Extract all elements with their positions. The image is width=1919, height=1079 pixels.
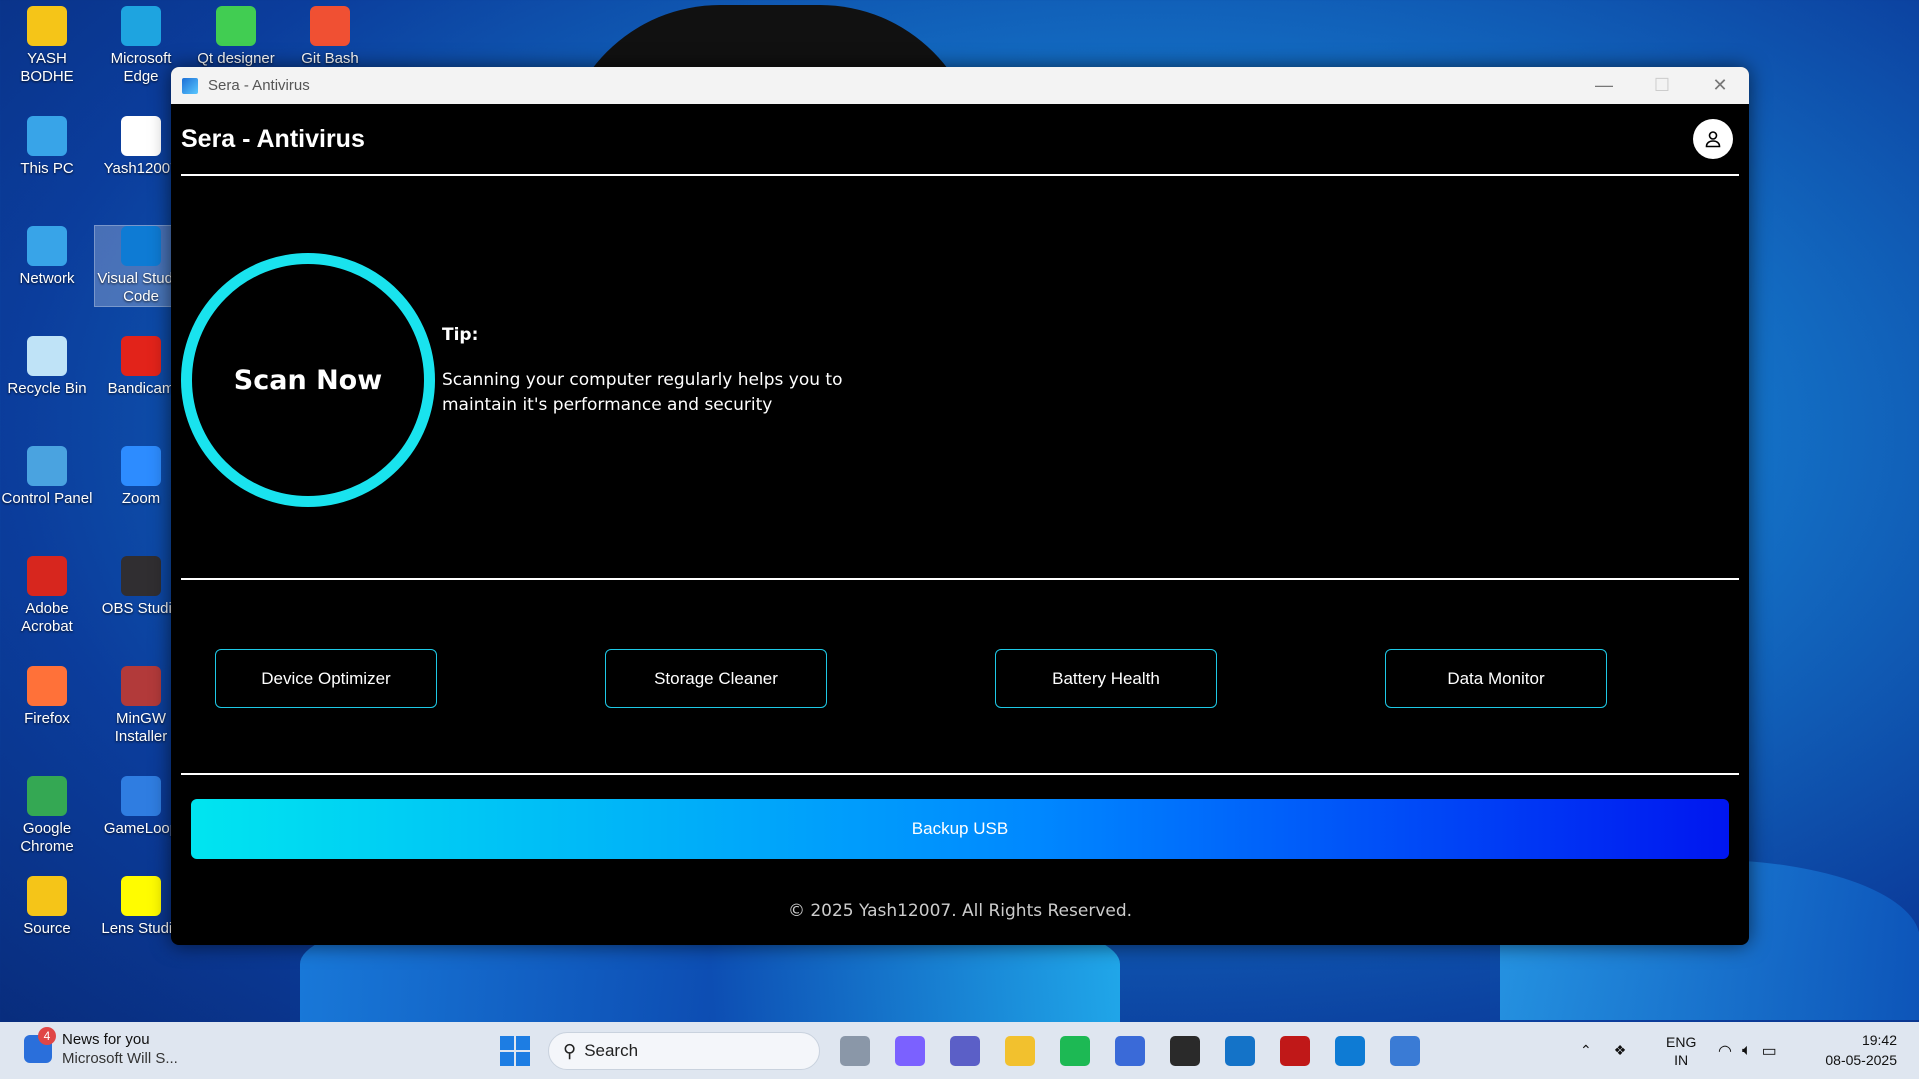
qt-designer-icon [216,6,256,46]
desktop-icon[interactable]: Recycle Bin [1,336,93,398]
desktop-icon-label: Control Panel [1,490,93,507]
desktop-icon-label: Git Bash [301,50,359,67]
divider [181,578,1739,580]
language-indicator[interactable]: ENG IN [1666,1022,1696,1079]
news-subtitle: Microsoft Will S... [62,1050,178,1067]
control-panel-icon [27,446,67,486]
maximize-button[interactable]: ☐ [1633,67,1691,104]
news-title: News for you [62,1031,150,1048]
battery-health-button[interactable]: Battery Health [995,649,1217,708]
zoom-icon [121,446,161,486]
close-button[interactable]: ✕ [1691,67,1749,104]
mingw-icon [121,666,161,706]
start-button[interactable] [500,1036,530,1066]
network-icon [27,226,67,266]
chrome-icon [27,776,67,816]
gameloop-icon [121,776,161,816]
desktop-icon[interactable]: Adobe Acrobat [1,556,93,636]
dropbox-icon[interactable]: ❖ [1614,1042,1627,1059]
desktop-icon[interactable]: Google Chrome [1,776,93,856]
time: 19:42 [1861,1032,1897,1048]
taskbar-search[interactable]: ⚲ Search [548,1032,820,1070]
device-optimizer-button[interactable]: Device Optimizer [215,649,437,708]
python-app-icon[interactable] [1390,1036,1420,1066]
window-title: Sera - Antivirus [208,77,310,94]
app-header: Sera - Antivirus [181,104,1739,176]
data-monitor-button[interactable]: Data Monitor [1385,649,1607,708]
taskbar: 4 News for you Microsoft Will S... ⚲ Sea… [0,1022,1919,1079]
wifi-icon: ◠ [1718,1042,1732,1060]
desktop-icon[interactable]: YASH BODHE [1,6,93,86]
news-badge: 4 [38,1027,56,1045]
desktop-icon-label: YASH BODHE [20,50,74,85]
footer-copyright: © 2025 Yash12007. All Rights Reserved. [787,901,1133,921]
desktop-icon[interactable]: Network [1,226,93,288]
news-widget[interactable]: 4 News for you Microsoft Will S... [24,1027,178,1068]
file-explorer-icon[interactable] [1005,1036,1035,1066]
acrobat-icon [27,556,67,596]
desktop-icon[interactable]: Firefox [1,666,93,728]
dell-icon[interactable] [1170,1036,1200,1066]
date: 08-05-2025 [1825,1052,1897,1068]
desktop-icon-label: Adobe Acrobat [21,600,73,635]
desktop-icon[interactable]: Control Panel [1,446,93,508]
tip-label: Tip: [442,325,479,345]
desktop-icon[interactable]: This PC [1,116,93,178]
monitor-icon [27,116,67,156]
app-window: Sera - Antivirus — ☐ ✕ Sera - Antivirus … [171,67,1749,945]
search-icon: ⚲ [563,1040,577,1061]
app-window-icon [182,77,198,94]
desktop-icon-label: Network [19,270,75,287]
status-icons[interactable]: ◠ 🔈︎ ▭ [1718,1022,1777,1079]
edge-icon [121,6,161,46]
spotify-icon[interactable] [1060,1036,1090,1066]
chevron-up-icon[interactable]: ⌃ [1580,1042,1592,1059]
lens-studio-icon [121,876,161,916]
copilot-icon[interactable] [895,1036,925,1066]
desktop-icon-label: Qt designer [197,50,275,67]
desktop-icon-label: This PC [20,160,74,177]
user-icon [1705,131,1721,148]
news-icon: 4 [24,1027,56,1063]
bandicam-icon [121,336,161,376]
obs-icon [121,556,161,596]
window-titlebar[interactable]: Sera - Antivirus — ☐ ✕ [171,67,1749,104]
profile-button[interactable] [1693,119,1733,159]
volume-icon: 🔈︎ [1741,1041,1752,1059]
storage-cleaner-button[interactable]: Storage Cleaner [605,649,827,708]
desktop-icon-label: Source [23,920,71,937]
scan-now-button[interactable]: Scan Now [181,253,435,507]
windows-logo-icon [500,1036,514,1050]
clock[interactable]: 19:42 08-05-2025 [1825,1030,1897,1070]
folder-icon [27,6,67,46]
backup-usb-button[interactable]: Backup USB [191,799,1729,859]
recycle-bin-icon [27,336,67,376]
vscode-icon [121,226,161,266]
desktop-icon[interactable]: Git Bash [284,6,376,68]
search-label: Search [584,1041,639,1060]
file-explorer-stack-icon[interactable] [840,1036,870,1066]
desktop-icon[interactable]: Source [1,876,93,938]
folder-icon [27,876,67,916]
ms-store-icon[interactable] [1115,1036,1145,1066]
vscode-icon[interactable] [1335,1036,1365,1066]
cube-icon [121,116,161,156]
tip-text: Scanning your computer regularly helps y… [442,370,843,415]
desktop-icon-label: Google Chrome [20,820,74,855]
desktop-icon-label: Firefox [24,710,70,727]
desktop-icon[interactable]: Qt designer [190,6,282,68]
teams-icon[interactable] [950,1036,980,1066]
edge-icon[interactable] [1225,1036,1255,1066]
minimize-button[interactable]: — [1575,67,1633,104]
battery-icon: ▭ [1761,1042,1777,1060]
app-title: Sera - Antivirus [181,124,365,153]
git-bash-icon [310,6,350,46]
firefox-icon [27,666,67,706]
divider [181,773,1739,775]
system-tray: ⌃ ❖ [1580,1022,1626,1079]
desktop-icon-label: Recycle Bin [7,380,87,397]
mcafee-icon[interactable] [1280,1036,1310,1066]
